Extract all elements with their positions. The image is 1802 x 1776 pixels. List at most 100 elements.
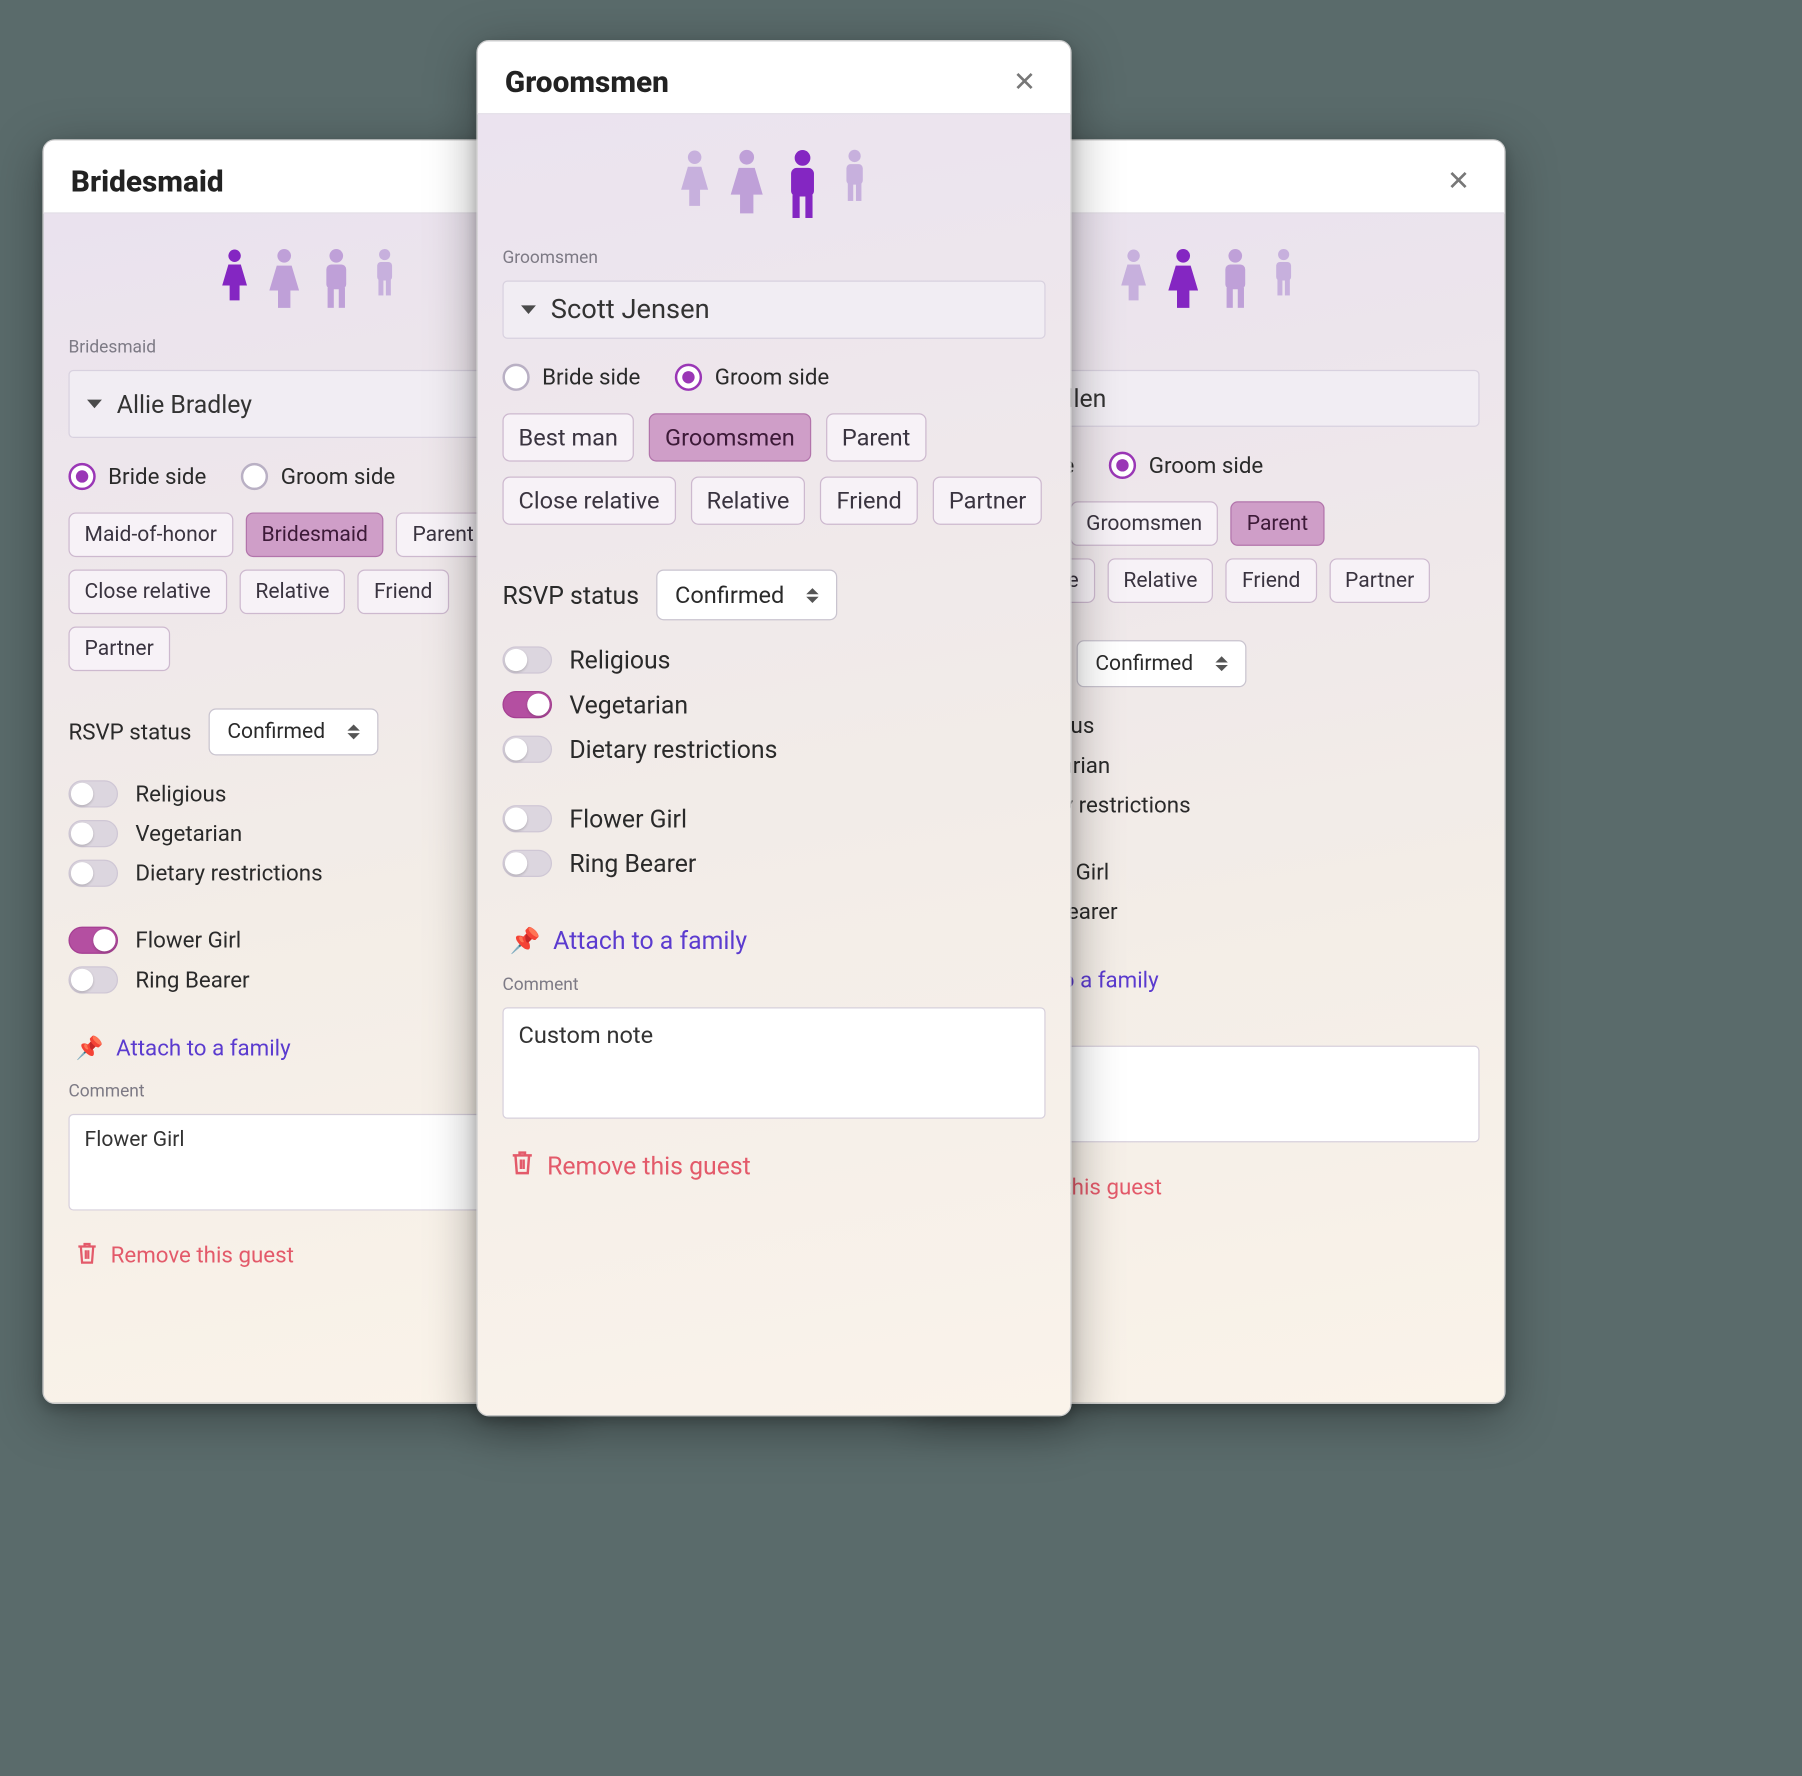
radio-groom-side[interactable]: Groom side	[1109, 452, 1263, 479]
radio-label: Groom side	[1149, 452, 1264, 478]
radio-icon	[241, 463, 268, 490]
radio-label: Bride side	[542, 364, 640, 390]
toggle-label: Flower Girl	[569, 804, 687, 834]
guest-card-groomsmen: Groomsmen ✕ Groomsmen S	[476, 40, 1071, 1416]
toggle-religious[interactable]	[502, 646, 552, 673]
chip-partner[interactable]: Partner	[68, 627, 169, 672]
attach-label: Attach to a family	[116, 1036, 291, 1062]
chip-friend[interactable]: Friend	[358, 569, 449, 614]
chip-parent[interactable]: Parent	[826, 413, 927, 461]
radio-groom-side[interactable]: Groom side	[675, 364, 829, 391]
boy-icon[interactable]	[841, 149, 868, 221]
rsvp-value: Confirmed	[675, 581, 784, 610]
trash-icon	[76, 1240, 98, 1271]
boy-icon[interactable]	[1271, 248, 1296, 310]
chevron-down-icon	[521, 305, 536, 314]
toggle-ring-bearer[interactable]	[68, 966, 118, 993]
toggle-label: Religious	[569, 645, 670, 675]
chip-close-relative[interactable]: Close relative	[502, 476, 675, 524]
girl-icon[interactable]	[1120, 248, 1147, 310]
woman-icon[interactable]	[729, 149, 764, 221]
toggle-flower-girl[interactable]	[502, 805, 552, 832]
woman-icon[interactable]	[268, 248, 300, 310]
chip-bridesmaid[interactable]: Bridesmaid	[245, 512, 384, 557]
chip-close-relative[interactable]: Close relative	[68, 569, 226, 614]
toggle-vegetarian[interactable]	[68, 820, 118, 847]
chip-friend[interactable]: Friend	[820, 476, 917, 524]
stepper-icon	[807, 587, 819, 602]
radio-icon	[68, 463, 95, 490]
chip-friend[interactable]: Friend	[1226, 558, 1317, 603]
attach-family-link[interactable]: 📌 Attach to a family	[510, 925, 1046, 955]
toggle-ring-bearer[interactable]	[502, 850, 552, 877]
toggle-label: Ring Bearer	[135, 967, 249, 993]
chip-best-man[interactable]: Best man	[502, 413, 634, 461]
girl-icon[interactable]	[680, 149, 710, 221]
guest-name: Scott Jensen	[551, 294, 1027, 325]
chip-relative[interactable]: Relative	[1107, 558, 1213, 603]
toggle-label: Vegetarian	[569, 690, 688, 720]
boy-icon[interactable]	[372, 248, 397, 310]
close-icon[interactable]: ✕	[1440, 163, 1477, 200]
side-radio-group: Bride side Groom side	[502, 351, 1045, 396]
remove-guest-button[interactable]: Remove this guest	[510, 1149, 1046, 1182]
remove-label: Remove this guest	[111, 1243, 294, 1269]
pin-icon: 📌	[510, 925, 541, 955]
role-label: Groomsmen	[502, 248, 1045, 268]
toggle-vegetarian[interactable]	[502, 691, 552, 718]
comment-text: Flower Girl	[85, 1127, 185, 1152]
chip-maid-of-honor[interactable]: Maid-of-honor	[68, 512, 233, 557]
persona-picker	[502, 132, 1045, 229]
toggle-label: Religious	[135, 781, 226, 807]
rsvp-value: Confirmed	[227, 720, 325, 745]
radio-bride-side[interactable]: Bride side	[502, 364, 640, 391]
rsvp-select[interactable]: Confirmed	[209, 708, 379, 755]
chip-parent[interactable]: Parent	[1231, 501, 1325, 546]
card-title: Bridesmaid	[71, 164, 224, 199]
toggle-label: Vegetarian	[135, 821, 242, 847]
role-chips: Best man Groomsmen Parent Close relative…	[502, 408, 1045, 525]
chip-partner[interactable]: Partner	[1329, 558, 1430, 603]
radio-label: Groom side	[715, 364, 830, 390]
close-icon[interactable]: ✕	[1006, 64, 1043, 101]
attach-label: Attach to a family	[553, 925, 747, 955]
remove-label: Remove this guest	[547, 1150, 751, 1180]
girl-icon[interactable]	[221, 248, 248, 310]
stepper-icon	[347, 724, 359, 739]
toggle-label: Flower Girl	[135, 927, 241, 953]
rsvp-label: RSVP status	[68, 719, 191, 745]
trash-icon	[510, 1149, 535, 1182]
chip-groomsmen[interactable]: Groomsmen	[649, 413, 811, 461]
chip-partner[interactable]: Partner	[933, 476, 1043, 524]
toggle-dietary[interactable]	[68, 860, 118, 887]
toggle-label: Ring Bearer	[569, 848, 696, 878]
radio-icon	[502, 364, 529, 391]
radio-label: Bride side	[108, 463, 206, 489]
radio-groom-side[interactable]: Groom side	[241, 463, 395, 490]
pin-icon: 📌	[76, 1036, 104, 1062]
radio-bride-side[interactable]: Bride side	[68, 463, 206, 490]
chip-relative[interactable]: Relative	[239, 569, 345, 614]
man-icon[interactable]	[1219, 248, 1251, 310]
stepper-icon	[1215, 656, 1227, 671]
toggle-religious[interactable]	[68, 780, 118, 807]
radio-icon	[1109, 452, 1136, 479]
toggle-flower-girl[interactable]	[68, 927, 118, 954]
toggle-label: Dietary restrictions	[569, 734, 777, 764]
chip-relative[interactable]: Relative	[691, 476, 806, 524]
guest-name: Allie Bradley	[117, 389, 489, 419]
woman-icon[interactable]	[1167, 248, 1199, 310]
card-header: Groomsmen ✕	[478, 41, 1071, 114]
toggle-label: Dietary restrictions	[135, 860, 322, 886]
radio-label: Groom side	[281, 463, 396, 489]
comment-label: Comment	[502, 975, 1045, 995]
man-icon[interactable]	[320, 248, 352, 310]
card-title: Groomsmen	[505, 65, 669, 100]
toggle-dietary[interactable]	[502, 736, 552, 763]
rsvp-select[interactable]: Confirmed	[1077, 640, 1247, 687]
name-dropdown[interactable]: Scott Jensen	[502, 281, 1045, 339]
rsvp-select[interactable]: Confirmed	[656, 569, 837, 620]
comment-input[interactable]: Custom note	[502, 1007, 1045, 1119]
man-icon[interactable]	[784, 149, 821, 221]
chip-groomsmen[interactable]: Groomsmen	[1070, 501, 1218, 546]
